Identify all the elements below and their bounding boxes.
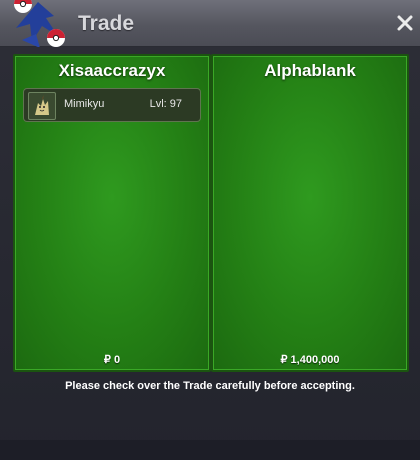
- partner-offer-panel: Alphablank ₽ 1,400,000: [211, 54, 409, 372]
- partner-money-offer: ₽ 1,400,000: [280, 354, 340, 366]
- trade-notice: Please check over the Trade carefully be…: [65, 380, 355, 392]
- window-title: Trade: [78, 12, 135, 35]
- my-player-name: Xisaaccrazyx: [58, 61, 166, 80]
- pokemon-slot-mimikyu[interactable]: Mimikyu Lvl: 97: [23, 88, 201, 122]
- close-icon[interactable]: [396, 14, 414, 32]
- trade-window: Trade Xisaaccrazyx Mimikyu Lvl: 97 ₽ 0 A…: [0, 0, 420, 460]
- title-bar[interactable]: Trade: [0, 0, 420, 48]
- bottom-strip: [0, 440, 420, 460]
- my-offer-panel: Xisaaccrazyx Mimikyu Lvl: 97 ₽ 0: [13, 54, 211, 372]
- pokeball-logo-icon: [14, 0, 65, 48]
- mimikyu-sprite-icon: [28, 92, 56, 120]
- partner-player-name: Alphablank: [264, 61, 356, 80]
- pokemon-level: Lvl: 97: [149, 98, 182, 110]
- my-money-offer: ₽ 0: [103, 354, 121, 366]
- pokemon-name: Mimikyu: [64, 98, 105, 110]
